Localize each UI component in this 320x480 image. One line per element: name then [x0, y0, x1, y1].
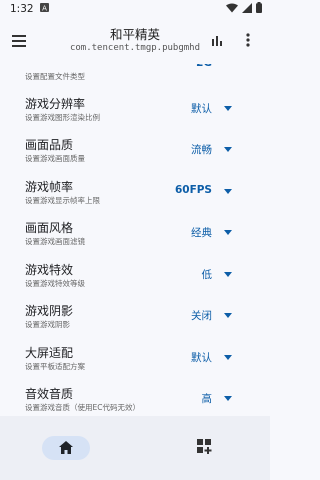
- add-widget-icon: [196, 438, 212, 458]
- setting-value: 低: [201, 268, 213, 281]
- setting-title: 画面风格: [25, 221, 74, 235]
- setting-value: 关闭: [191, 310, 212, 322]
- app-title: 和平精英: [109, 27, 160, 42]
- setting-subtitle: 设置平板适配方案: [25, 361, 85, 371]
- battery-icon: [256, 2, 262, 16]
- setting-row-style[interactable]: 画面风格 设置游戏画面滤镜 经典: [0, 215, 270, 257]
- setting-value: 2G: [196, 64, 212, 69]
- dropdown-arrow-icon[interactable]: [224, 313, 232, 318]
- setting-row-profile[interactable]: 设置配置文件类型 2G: [0, 64, 270, 91]
- setting-subtitle: 设置配置文件类型: [25, 72, 85, 81]
- a-notification-icon: A: [39, 3, 49, 15]
- dropdown-arrow-icon[interactable]: [224, 396, 232, 401]
- setting-row-resolution[interactable]: 游戏分辨率 设置游戏图形渲染比例 默认: [0, 91, 270, 133]
- setting-value: 高: [201, 393, 213, 405]
- setting-subtitle: 设置游戏阴影: [25, 320, 70, 329]
- setting-row-framerate[interactable]: 游戏帧率 设置游戏显示帧率上限 60FPS: [0, 174, 270, 216]
- setting-title: 游戏特效: [25, 262, 74, 277]
- dropdown-arrow-icon[interactable]: [224, 188, 232, 194]
- setting-subtitle: 设置游戏特效等级: [25, 278, 85, 288]
- app-package-name: com.tencent.tmgp.pubgmhd: [69, 43, 201, 53]
- settings-list[interactable]: 设置配置文件类型 2G 游戏分辨率 设置游戏图形渲染比例 默认 画面品质 设置游…: [0, 64, 270, 416]
- home-icon: [59, 439, 73, 458]
- setting-row-quality[interactable]: 画面品质 设置游戏画面质量 流畅: [0, 132, 270, 174]
- signal-icon: [242, 2, 252, 16]
- setting-subtitle: 设置游戏图形渲染比例: [25, 112, 100, 122]
- wifi-icon: [226, 3, 238, 16]
- setting-value: 默认: [191, 351, 212, 364]
- svg-text:A: A: [42, 4, 47, 12]
- dropdown-arrow-icon[interactable]: [224, 354, 232, 360]
- setting-title: 游戏分辨率: [25, 96, 86, 111]
- setting-row-effects[interactable]: 游戏特效 设置游戏特效等级 低: [0, 257, 270, 299]
- setting-subtitle: 设置游戏画面滤镜: [25, 237, 85, 246]
- setting-value: 流畅: [191, 144, 212, 156]
- setting-title: 画面品质: [25, 138, 74, 152]
- setting-title: 大屏适配: [25, 345, 74, 360]
- status-time: 1:32: [10, 3, 34, 15]
- home-tab[interactable]: [42, 436, 90, 460]
- dropdown-arrow-icon[interactable]: [224, 271, 232, 277]
- setting-subtitle: 设置游戏音质（使用EC代码无效）: [25, 403, 140, 412]
- bottom-navigation: [0, 416, 270, 480]
- bar-chart-icon[interactable]: [210, 33, 224, 47]
- setting-row-shadows[interactable]: 游戏阴影 设置游戏阴影 关闭: [0, 298, 270, 340]
- app-bar: 和平精英 com.tencent.tmgp.pubgmhd: [0, 18, 270, 64]
- dropdown-arrow-icon[interactable]: [224, 147, 232, 152]
- setting-row-tablet[interactable]: 大屏适配 设置平板适配方案 默认: [0, 340, 270, 382]
- setting-value: 经典: [191, 227, 212, 239]
- setting-row-audio[interactable]: 音效音质 设置游戏音质（使用EC代码无效） 高: [0, 381, 270, 416]
- setting-subtitle: 设置游戏画面质量: [25, 154, 85, 163]
- apps-tab[interactable]: [192, 436, 216, 460]
- setting-subtitle: 设置游戏显示帧率上限: [25, 195, 100, 205]
- setting-value: 60FPS: [174, 183, 212, 196]
- setting-value: 默认: [191, 102, 212, 115]
- setting-title: 游戏帧率: [25, 179, 74, 194]
- setting-title: 游戏阴影: [25, 304, 74, 318]
- dropdown-arrow-icon[interactable]: [224, 105, 232, 111]
- status-bar: 1:32 A: [0, 0, 270, 18]
- more-vertical-icon[interactable]: [244, 32, 252, 48]
- dropdown-arrow-icon[interactable]: [224, 230, 232, 235]
- setting-title: 音效音质: [25, 387, 74, 401]
